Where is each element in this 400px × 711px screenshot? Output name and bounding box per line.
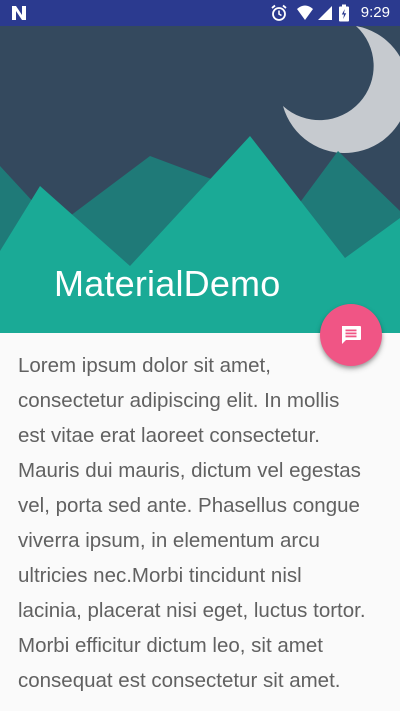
app-title: MaterialDemo (54, 263, 281, 304)
status-bar: 9:29 (0, 0, 400, 26)
screen: 9:29 MaterialDemo Lorem ipsum dolor sit … (0, 0, 400, 711)
message-icon (342, 326, 361, 344)
alarm-icon (271, 4, 287, 21)
fab-message-button[interactable] (320, 304, 382, 366)
n-logo-icon (12, 6, 26, 20)
battery-icon (339, 4, 349, 22)
app-header: MaterialDemo (0, 26, 400, 333)
signal-icon (318, 6, 332, 20)
status-time: 9:29 (360, 4, 390, 21)
wifi-icon (297, 5, 313, 20)
body-text: Lorem ipsum dolor sit amet, consectetur … (18, 354, 366, 692)
